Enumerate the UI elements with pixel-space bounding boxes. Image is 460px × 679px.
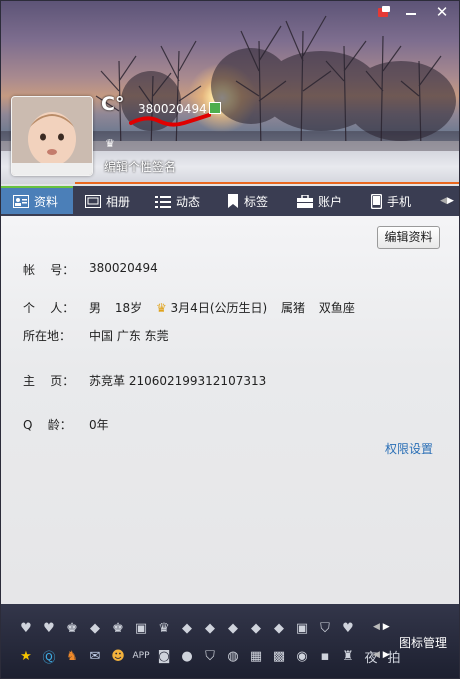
zodiac-value: 属猪 <box>281 301 306 315</box>
phone-icon <box>371 193 382 209</box>
tab-label: 动态 <box>176 194 201 209</box>
tab-account[interactable]: 账户 <box>287 186 359 216</box>
location-label: 所在地： <box>23 329 72 343</box>
avatar[interactable] <box>11 96 93 176</box>
tab-album[interactable]: 相册 <box>73 186 145 216</box>
eye-icon[interactable]: ◉ <box>292 647 312 665</box>
star-icon[interactable]: ★ <box>16 647 36 665</box>
diamond-icon[interactable]: ◆ <box>269 619 289 637</box>
trophy-icon[interactable]: ♚ <box>108 619 128 637</box>
gender-value: 男 <box>89 301 102 315</box>
feed-icon <box>155 195 171 208</box>
online-status-icon[interactable] <box>209 102 221 114</box>
qq-age-label: Q 龄： <box>23 418 72 432</box>
close-icon: ✕ <box>435 3 449 21</box>
nickname: C° <box>101 93 125 115</box>
row1-scroll-arrows[interactable]: ◀ ▶ <box>373 622 390 632</box>
row2-scroll-arrows[interactable]: ◀ ▶ <box>373 650 390 660</box>
info-row-location: 所在地： 中国 广东 东莞 <box>23 327 169 344</box>
qq-number: 380020494 <box>138 102 207 116</box>
photo-icon <box>85 194 101 208</box>
tab-label: 手机 <box>387 194 412 209</box>
edit-profile-button[interactable]: 编辑资料 <box>377 226 440 249</box>
birthday-crown-icon: ♛ <box>155 301 167 315</box>
photo-frame-icon[interactable]: ▣ <box>292 619 312 637</box>
homepage-value: 苏竞革 210602199312107313 <box>89 374 267 388</box>
accent-line <box>75 182 459 184</box>
age-value: 18岁 <box>114 301 143 315</box>
skin-icon <box>378 6 390 17</box>
heart-icon[interactable]: ♥ <box>39 619 59 637</box>
diamond-icon[interactable]: ◆ <box>223 619 243 637</box>
q-icon[interactable]: Ⓠ <box>39 647 59 666</box>
mail-icon[interactable]: ✉ <box>85 647 105 665</box>
chevron-left-icon[interactable]: ◀ <box>440 196 447 206</box>
tab-bar: 资料 相册 动态 标签 账户 手机 ◀ ▶ <box>1 186 459 216</box>
chat-icon[interactable]: ● <box>177 647 197 665</box>
account-value: 380020494 <box>89 261 158 275</box>
chevron-right-icon[interactable]: ▶ <box>447 196 454 206</box>
tab-tags[interactable]: 标签 <box>217 186 287 216</box>
baby-photo <box>12 97 92 175</box>
tab-scroll-arrows[interactable]: ◀ ▶ <box>435 186 459 216</box>
tab-feed[interactable]: 动态 <box>145 186 217 216</box>
icon-tray: ♥ ♥ ♚ ◆ ♚ ▣ ♛ ◆ ◆ ◆ ◆ ◆ ▣ ⛉ ♥ ◀ ▶ ★ Ⓠ ♞ … <box>1 604 459 678</box>
profile-window: ✕ C° 380020494 ♛ 编辑个性签名 资料 相册 动态 标签 账户 手… <box>0 0 460 679</box>
birthday-value: 3月4日(公历生日) <box>170 301 268 315</box>
minimize-button[interactable] <box>399 3 423 21</box>
shield-icon[interactable]: ⛉ <box>200 647 220 665</box>
pet-icon[interactable]: ☻ <box>108 647 128 665</box>
robot-icon[interactable]: ▩ <box>269 647 289 665</box>
level-icon[interactable]: ♛ <box>105 137 115 150</box>
info-row-qq-age: Q 龄： 0年 <box>23 416 109 433</box>
trophy-icon[interactable]: ♚ <box>62 619 82 637</box>
cup-icon[interactable]: ▪ <box>315 647 335 665</box>
shield-icon[interactable]: ⛉ <box>315 619 335 637</box>
profile-header: ✕ C° 380020494 ♛ 编辑个性签名 <box>1 1 459 184</box>
camera-icon[interactable]: ◙ <box>154 647 174 665</box>
tv-icon[interactable]: ▦ <box>246 647 266 665</box>
info-row-account: 帐 号： 380020494 <box>23 261 158 278</box>
info-row-homepage: 主 页： 苏竞革 210602199312107313 <box>23 372 266 389</box>
info-row-personal: 个 人： 男 18岁 ♛ 3月4日(公历生日) 属猪 双鱼座 <box>23 299 355 316</box>
heart-icon[interactable]: ♥ <box>16 619 36 637</box>
tab-phone[interactable]: 手机 <box>359 186 435 216</box>
account-label: 帐 号： <box>23 263 75 277</box>
tab-profile[interactable]: 资料 <box>1 186 73 214</box>
close-button[interactable]: ✕ <box>429 3 455 21</box>
personal-label: 个 人： <box>23 301 75 315</box>
diamond-icon[interactable]: ◆ <box>200 619 220 637</box>
signature-field[interactable]: 编辑个性签名 <box>104 158 176 175</box>
icon-manager-button[interactable]: 图标管理 <box>399 634 447 651</box>
tab-label: 账户 <box>318 194 343 209</box>
icon-row-2: ★ Ⓠ ♞ ✉ ☻ APP ◙ ● ⛉ ◍ ▦ ▩ ◉ ▪ ♜ 夜 拍 <box>16 647 407 666</box>
photo-frame-icon[interactable]: ▣ <box>131 619 151 637</box>
bookmark-icon <box>228 194 238 208</box>
constellation-value: 双鱼座 <box>318 301 355 315</box>
diamond-icon[interactable]: ◆ <box>246 619 266 637</box>
diamond-icon[interactable]: ◆ <box>177 619 197 637</box>
location-value: 中国 广东 东莞 <box>89 329 169 343</box>
icon-row-1: ♥ ♥ ♚ ◆ ♚ ▣ ♛ ◆ ◆ ◆ ◆ ◆ ▣ ⛉ ♥ <box>16 619 361 637</box>
wallet-icon <box>297 194 313 208</box>
homepage-label: 主 页： <box>23 374 75 388</box>
skin-button[interactable] <box>373 3 395 21</box>
diamond-icon[interactable]: ◆ <box>85 619 105 637</box>
trophy-icon[interactable]: ♜ <box>338 647 358 665</box>
qq-age-value: 0年 <box>89 418 109 432</box>
game-icon[interactable]: ♞ <box>62 647 82 665</box>
profile-info-panel: 编辑资料 帐 号： 380020494 个 人： 男 18岁 ♛ 3月4日(公历… <box>1 216 459 604</box>
minimize-icon <box>406 13 416 15</box>
app-icon[interactable]: APP <box>131 647 151 665</box>
crown-icon[interactable]: ♛ <box>154 619 174 637</box>
heart-icon[interactable]: ♥ <box>338 619 358 637</box>
tab-label: 标签 <box>244 194 269 209</box>
permission-settings-link[interactable]: 权限设置 <box>385 440 433 457</box>
music-icon[interactable]: ◍ <box>223 647 243 665</box>
tab-label: 相册 <box>106 194 131 209</box>
personal-values: 男 18岁 ♛ 3月4日(公历生日) 属猪 双鱼座 <box>89 299 355 316</box>
tab-label: 资料 <box>34 194 59 209</box>
card-icon <box>13 194 29 208</box>
